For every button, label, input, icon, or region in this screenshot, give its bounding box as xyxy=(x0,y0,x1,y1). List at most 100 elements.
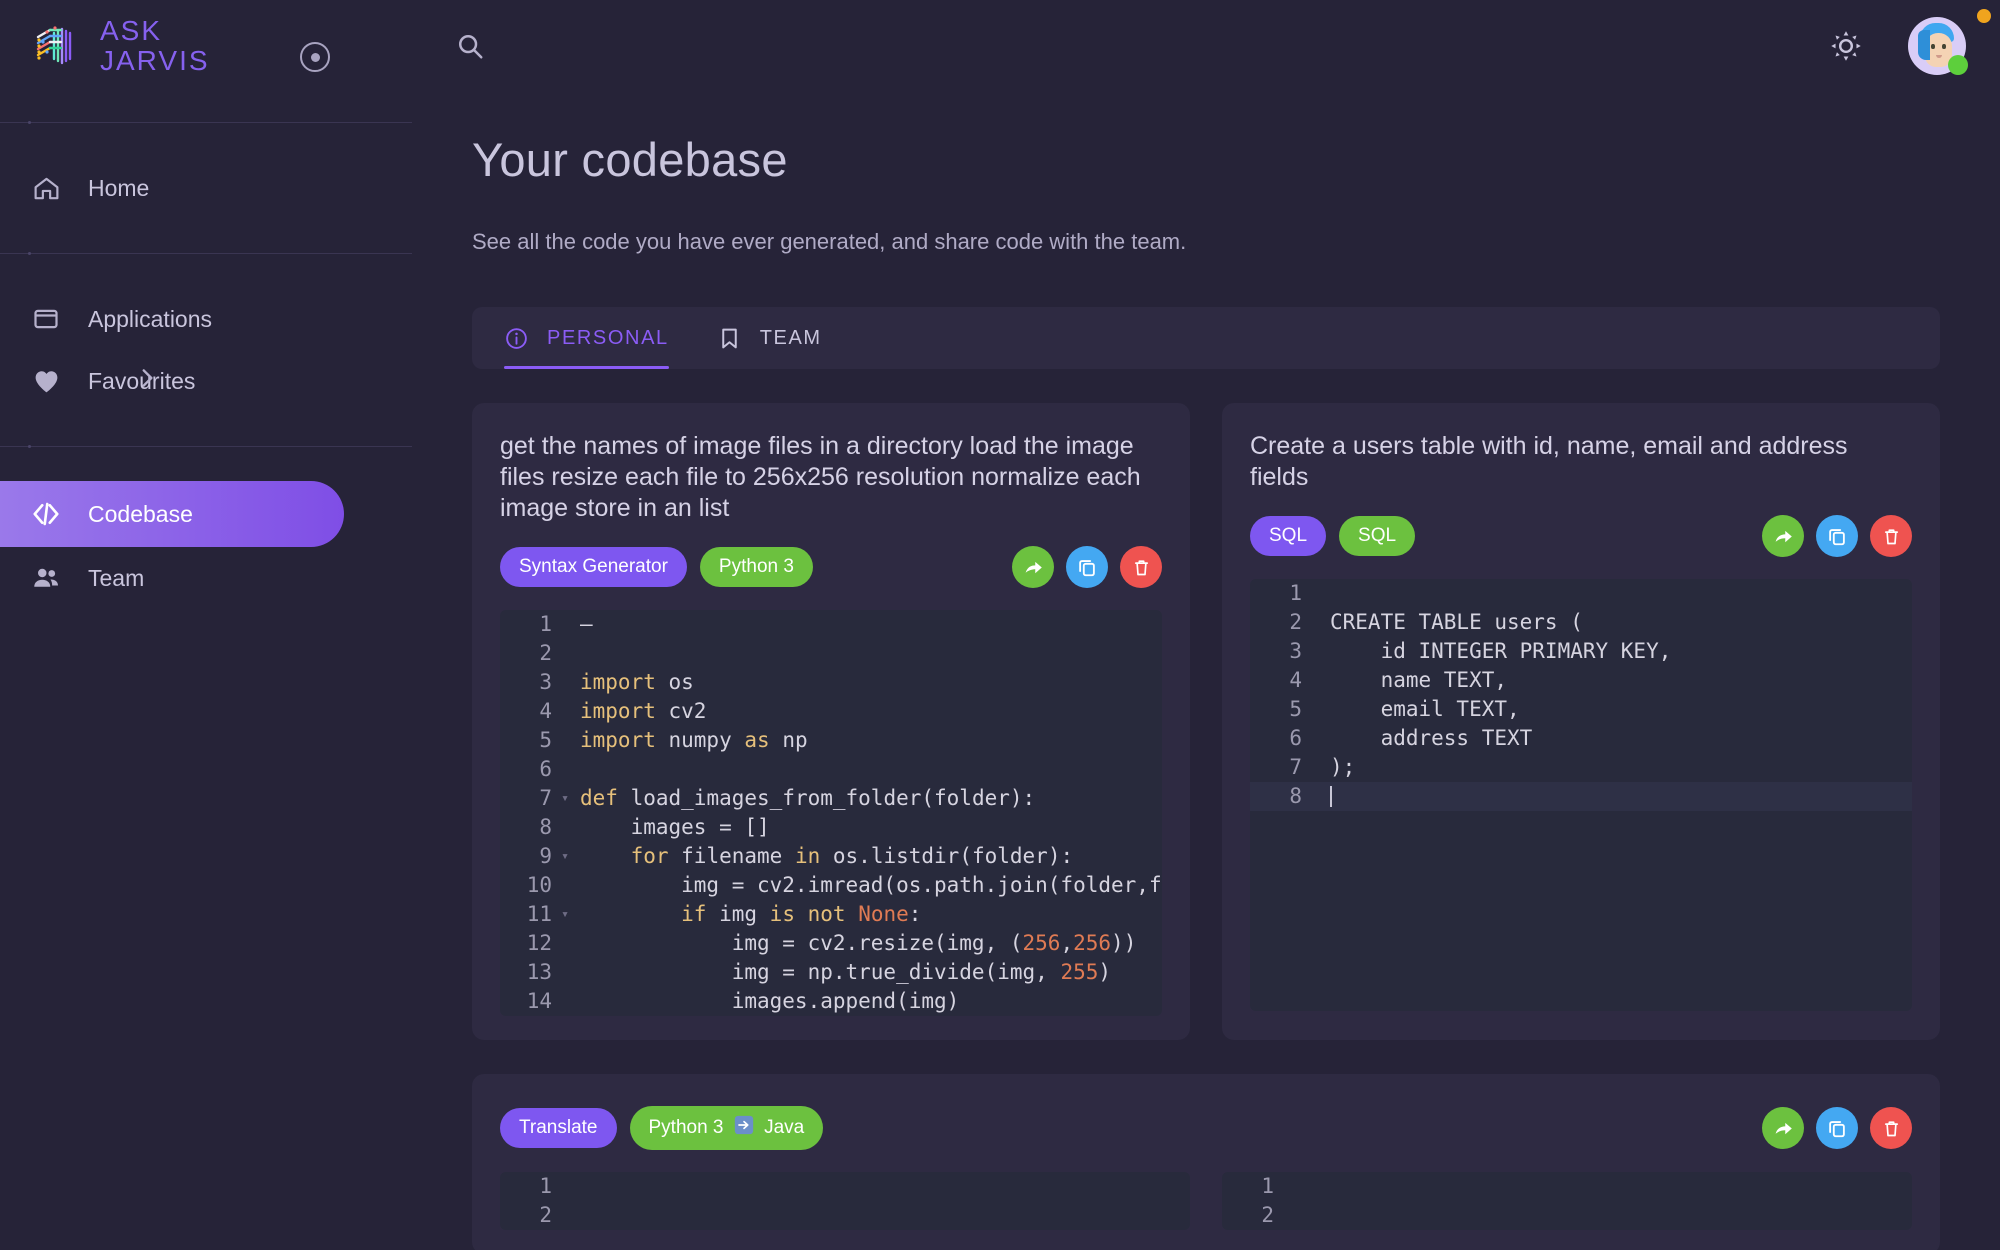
code-block[interactable]: 12CREATE TABLE users (3 id INTEGER PRIMA… xyxy=(1250,579,1912,1011)
heart-icon xyxy=(30,365,62,397)
code-block[interactable]: 1–23import os4import cv25import numpy as… xyxy=(500,610,1162,1016)
copy-button[interactable] xyxy=(1816,515,1858,557)
code-text: address TEXT xyxy=(1324,724,1912,753)
brand[interactable]: ASK JARVIS xyxy=(0,0,412,92)
fold-arrow-icon xyxy=(556,987,574,1016)
copy-button[interactable] xyxy=(1816,1107,1858,1149)
fold-arrow-icon xyxy=(556,639,574,668)
card-actions xyxy=(1762,515,1912,557)
fold-arrow-icon xyxy=(556,726,574,755)
fold-arrow-icon xyxy=(556,813,574,842)
brand-name: ASK JARVIS xyxy=(100,16,210,76)
line-number: 2 xyxy=(500,1201,556,1230)
ask-jarvis-logo-icon xyxy=(30,19,78,73)
code-text: def load_images_from_folder(folder): xyxy=(574,784,1162,813)
badge-translate[interactable]: Translate xyxy=(500,1108,617,1148)
sidebar-item-home[interactable]: Home xyxy=(0,157,412,219)
sidebar-item-codebase[interactable]: Codebase xyxy=(0,481,344,547)
tab-personal[interactable]: PERSONAL xyxy=(504,307,669,369)
delete-button[interactable] xyxy=(1870,515,1912,557)
share-button[interactable] xyxy=(1012,546,1054,588)
app-root: ASK JARVIS Home xyxy=(0,0,2000,1250)
code-text: import numpy as np xyxy=(574,726,1162,755)
card-title: get the names of image files in a direct… xyxy=(500,431,1162,524)
topbar xyxy=(412,0,2000,92)
fold-arrow-icon xyxy=(1306,608,1324,637)
code-line: 6 xyxy=(500,755,1162,784)
code-line: 4 import cv2 xyxy=(500,697,1162,726)
avatar-hair-side xyxy=(1918,30,1930,60)
code-text xyxy=(1324,579,1912,608)
fold-arrow-icon xyxy=(1278,1172,1296,1201)
code-line: 3import os xyxy=(500,668,1162,697)
badge-language[interactable]: Python 3 xyxy=(700,547,813,587)
line-number: 5 xyxy=(500,726,556,755)
search-icon[interactable] xyxy=(450,26,490,66)
code-text: name TEXT, xyxy=(1324,666,1912,695)
line-number: 11 xyxy=(500,900,556,929)
badge-translation-pair[interactable]: Python 3 Java xyxy=(630,1106,824,1150)
brightness-sun-icon[interactable] xyxy=(1824,24,1868,68)
badge-generator[interactable]: SQL xyxy=(1250,516,1326,556)
code-text: if img is not None: xyxy=(574,900,1162,929)
code-text: img = cv2.resize(img, (256,256)) xyxy=(574,929,1162,958)
sidebar-item-favourites[interactable]: Favourites xyxy=(0,350,412,412)
delete-button[interactable] xyxy=(1870,1107,1912,1149)
sidebar-item-label: Applications xyxy=(88,306,212,333)
tab-label: TEAM xyxy=(760,327,822,350)
status-badge xyxy=(1948,55,1968,75)
code-line: 9▾ for filename in os.listdir(folder): xyxy=(500,842,1162,871)
fold-arrow-icon[interactable]: ▾ xyxy=(556,784,574,813)
sidebar: ASK JARVIS Home xyxy=(0,0,412,1250)
window-icon xyxy=(30,303,62,335)
line-number: 8 xyxy=(500,813,556,842)
code-text xyxy=(574,1201,1190,1230)
badge-language[interactable]: SQL xyxy=(1339,516,1415,556)
tab-team[interactable]: TEAM xyxy=(717,307,822,369)
chevron-right-icon[interactable] xyxy=(134,365,160,397)
fold-arrow-icon[interactable]: ▾ xyxy=(556,900,574,929)
card-grid: get the names of image files in a direct… xyxy=(472,403,1940,1040)
line-number: 13 xyxy=(500,958,556,987)
avatar[interactable] xyxy=(1908,17,1966,75)
copy-button[interactable] xyxy=(1066,546,1108,588)
card-title: Create a users table with id, name, emai… xyxy=(1250,431,1912,493)
badge-generator[interactable]: Syntax Generator xyxy=(500,547,687,587)
code-block-source[interactable]: 12 xyxy=(500,1172,1190,1230)
code-line: 4 name TEXT, xyxy=(1250,666,1912,695)
sidebar-collapse-toggle[interactable] xyxy=(300,42,330,72)
line-number: 3 xyxy=(500,668,556,697)
sidebar-group-3: Codebase Team xyxy=(0,447,412,643)
translate-card: Translate Python 3 Java xyxy=(472,1074,1940,1250)
code-line: 11▾ if img is not None: xyxy=(500,900,1162,929)
notification-dot xyxy=(1977,9,1991,23)
line-number: 10 xyxy=(500,871,556,900)
sidebar-divider xyxy=(0,446,412,447)
sidebar-group-2: Applications Favourites xyxy=(0,254,412,446)
code-block-target[interactable]: 12 xyxy=(1222,1172,1912,1230)
fold-arrow-icon xyxy=(556,871,574,900)
line-number: 14 xyxy=(500,987,556,1016)
share-button[interactable] xyxy=(1762,1107,1804,1149)
sidebar-item-applications[interactable]: Applications xyxy=(0,288,412,350)
line-number: 1 xyxy=(1222,1172,1278,1201)
line-number: 6 xyxy=(500,755,556,784)
code-text: id INTEGER PRIMARY KEY, xyxy=(1324,637,1912,666)
code-text: import cv2 xyxy=(574,697,1162,726)
fold-arrow-icon xyxy=(1306,666,1324,695)
code-text xyxy=(1296,1172,1912,1201)
sidebar-item-label: Team xyxy=(88,565,144,592)
delete-button[interactable] xyxy=(1120,546,1162,588)
share-button[interactable] xyxy=(1762,515,1804,557)
fold-arrow-icon xyxy=(1306,579,1324,608)
fold-arrow-icon xyxy=(556,958,574,987)
line-number: 7 xyxy=(1250,753,1306,782)
line-number: 4 xyxy=(500,697,556,726)
fold-arrow-icon xyxy=(1278,1201,1296,1230)
page-title: Your codebase xyxy=(472,132,1940,187)
line-number: 6 xyxy=(1250,724,1306,753)
code-line: 8 xyxy=(1250,782,1912,811)
sidebar-item-team[interactable]: Team xyxy=(0,547,412,609)
fold-arrow-icon[interactable]: ▾ xyxy=(556,842,574,871)
line-number: 4 xyxy=(1250,666,1306,695)
